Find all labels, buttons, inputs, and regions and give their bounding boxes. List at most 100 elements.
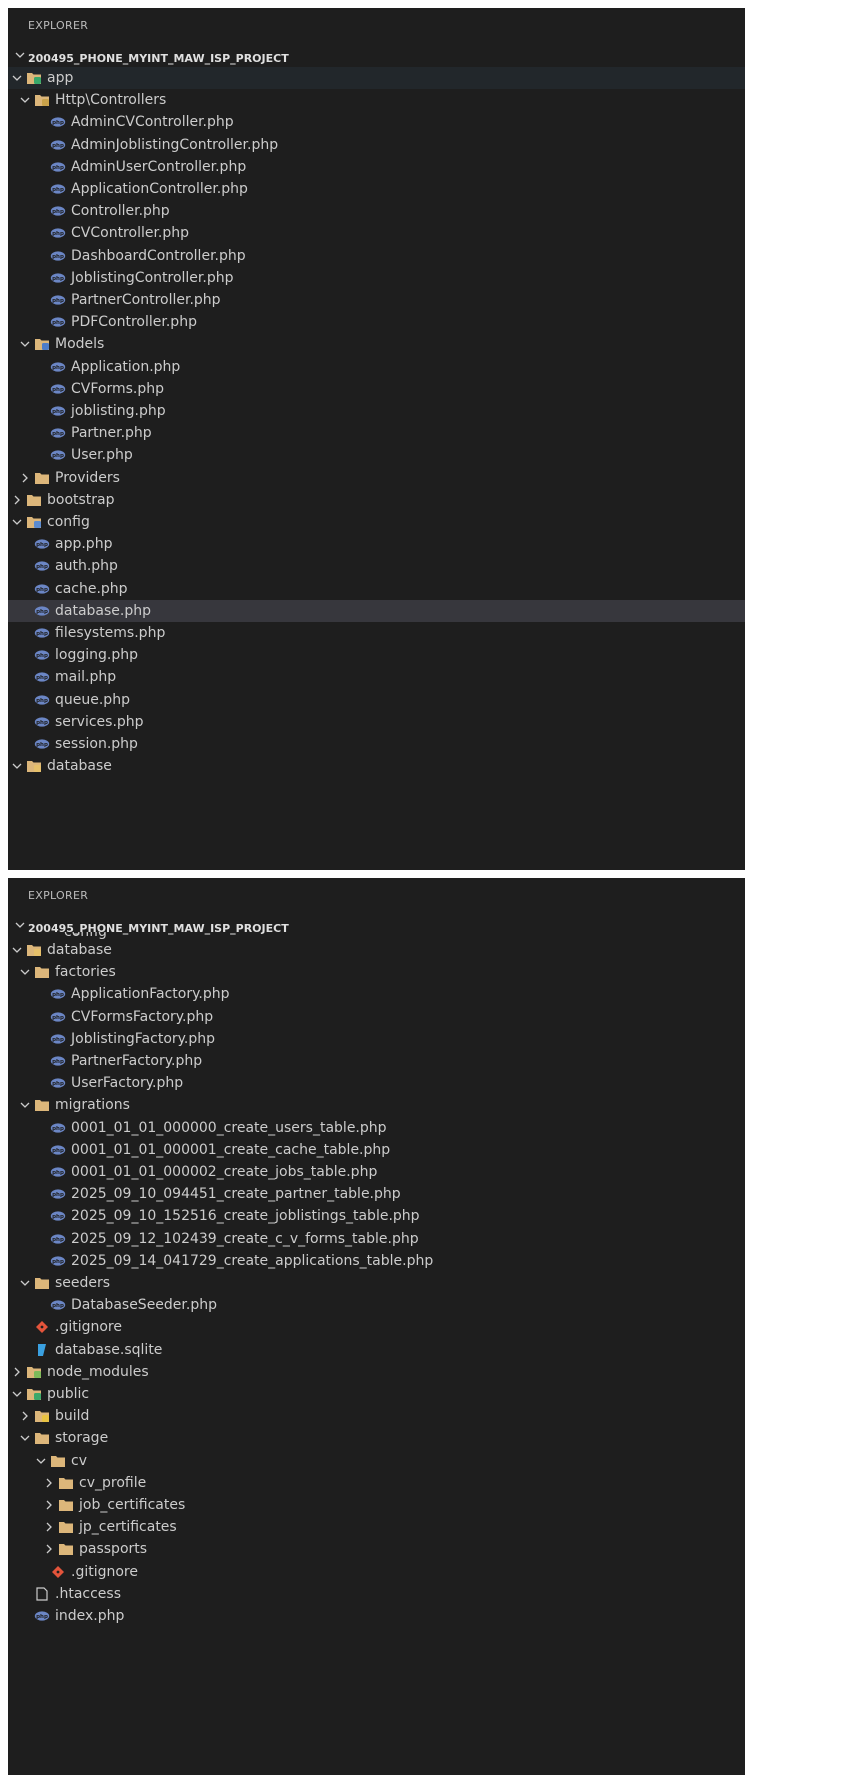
svg-text:php: php bbox=[52, 387, 64, 393]
tree-row-label: seeders bbox=[55, 1275, 111, 1291]
tree-row-label: queue.php bbox=[55, 691, 130, 708]
tree-row[interactable]: php JoblistingController.php bbox=[8, 267, 745, 289]
tree-row[interactable]: factories bbox=[8, 961, 745, 983]
tree-row[interactable]: cv_profile bbox=[8, 1472, 745, 1494]
tree-row[interactable]: php database.php bbox=[8, 599, 745, 622]
tree-row[interactable]: php ApplicationFactory.php bbox=[8, 983, 745, 1005]
tree-row[interactable]: php AdminUserController.php bbox=[8, 156, 745, 178]
tree-row[interactable]: php PartnerFactory.php bbox=[8, 1050, 745, 1072]
tree-row[interactable]: jp_certificates bbox=[8, 1516, 745, 1538]
tree-row-label: .gitignore bbox=[71, 1563, 138, 1580]
tree-row[interactable]: passports bbox=[8, 1538, 745, 1560]
svg-text:php: php bbox=[52, 1126, 64, 1132]
tree-row[interactable]: php logging.php bbox=[8, 644, 745, 666]
tree-row[interactable]: php User.php bbox=[8, 444, 745, 466]
tree-row[interactable]: app bbox=[8, 67, 745, 90]
svg-text:php: php bbox=[36, 631, 48, 637]
tree-row[interactable]: storage bbox=[8, 1427, 745, 1449]
tree-row[interactable]: php CVForms.php bbox=[8, 378, 745, 400]
svg-text:php: php bbox=[52, 1059, 64, 1065]
tree-row[interactable]: php cache.php bbox=[8, 578, 745, 600]
tree-row-label: Partner.php bbox=[71, 425, 152, 442]
svg-text:php: php bbox=[52, 165, 64, 171]
tree-row[interactable]: php PartnerController.php bbox=[8, 289, 745, 311]
svg-text:php: php bbox=[36, 720, 48, 726]
tree-row[interactable]: php 0001_01_01_000000_create_users_table.… bbox=[8, 1117, 745, 1139]
svg-text:php: php bbox=[36, 564, 48, 570]
tree-row[interactable]: .gitignore bbox=[8, 1316, 745, 1338]
tree-row[interactable]: node_modules bbox=[8, 1361, 745, 1383]
tree-row[interactable]: bootstrap bbox=[8, 489, 745, 511]
tree-row-label: app.php bbox=[55, 536, 113, 553]
tree-row[interactable]: Models bbox=[8, 333, 745, 355]
tree-row[interactable]: php queue.php bbox=[8, 689, 745, 711]
tree-row[interactable]: php index.php bbox=[8, 1605, 745, 1627]
explorer-panel-top: EXPLORER 200495_PHONE_MYINT_MAW_ISP_PROJ… bbox=[8, 8, 745, 870]
tree-row[interactable]: public bbox=[8, 1383, 745, 1405]
svg-text:php: php bbox=[52, 231, 64, 237]
php-file-icon: php bbox=[34, 1605, 50, 1630]
svg-text:php: php bbox=[36, 742, 48, 748]
tree-row[interactable]: Providers bbox=[8, 467, 745, 489]
tree-row[interactable]: php CVFormsFactory.php bbox=[8, 1006, 745, 1028]
tree-row[interactable]: php PDFController.php bbox=[8, 311, 745, 333]
tree-row[interactable]: migrations bbox=[8, 1094, 745, 1116]
tree-row[interactable]: php DashboardController.php bbox=[8, 245, 745, 267]
tree-row[interactable]: php auth.php bbox=[8, 555, 745, 577]
tree-row[interactable]: .gitignore bbox=[8, 1561, 745, 1583]
svg-text:php: php bbox=[52, 453, 64, 459]
tree-row-label: DashboardController.php bbox=[71, 247, 246, 264]
tree-row[interactable]: Http\Controllers bbox=[8, 89, 745, 111]
svg-text:php: php bbox=[52, 254, 64, 260]
tree-row[interactable]: php 2025_09_10_094451_create_partner_tabl… bbox=[8, 1183, 745, 1205]
svg-text:php: php bbox=[36, 542, 48, 548]
tree-row-label: CVForms.php bbox=[71, 380, 165, 397]
tree-row[interactable]: php AdminCVController.php bbox=[8, 111, 745, 133]
tree-row-label: migrations bbox=[55, 1097, 130, 1114]
tree-row[interactable]: php AdminJoblistingController.php bbox=[8, 134, 745, 156]
tree-row-label: Application.php bbox=[71, 358, 181, 375]
tree-row-label: 2025_09_12_102439_create_c_v_forms_table… bbox=[71, 1230, 419, 1247]
tree-row-label: Models bbox=[55, 336, 105, 353]
tree-row[interactable]: database.sqlite bbox=[8, 1339, 745, 1361]
tree-row[interactable]: .htaccess bbox=[8, 1583, 745, 1605]
tree-row[interactable]: job_certificates bbox=[8, 1494, 745, 1516]
tree-row[interactable]: php JoblistingFactory.php bbox=[8, 1028, 745, 1050]
tree-row[interactable]: php Partner.php bbox=[8, 422, 745, 444]
tree-row[interactable]: php 2025_09_14_041729_create_applications… bbox=[8, 1250, 745, 1272]
tree-row[interactable]: php filesystems.php bbox=[8, 622, 745, 644]
tree-row[interactable]: build bbox=[8, 1405, 745, 1427]
chevron-down-icon[interactable] bbox=[12, 755, 22, 780]
tree-row[interactable]: php 2025_09_12_102439_create_c_v_forms_ta… bbox=[8, 1228, 745, 1250]
svg-text:php: php bbox=[52, 1015, 64, 1021]
tree-row-label: User.php bbox=[71, 447, 133, 464]
tree-row-label: session.php bbox=[55, 736, 138, 752]
tree-row[interactable]: php services.php bbox=[8, 711, 745, 733]
tree-row[interactable]: php Controller.php bbox=[8, 200, 745, 222]
tree-row[interactable]: php session.php bbox=[8, 733, 745, 755]
tree-row[interactable]: database bbox=[8, 939, 745, 961]
tree-row[interactable]: php mail.php bbox=[8, 666, 745, 688]
tree-row[interactable]: cv bbox=[8, 1450, 745, 1472]
tree-row-label: cv_profile bbox=[79, 1474, 147, 1491]
tree-row[interactable]: php 0001_01_01_000001_create_cache_table.… bbox=[8, 1139, 745, 1161]
tree-row[interactable]: php UserFactory.php bbox=[8, 1072, 745, 1094]
tree-row-label: ApplicationController.php bbox=[71, 181, 248, 197]
tree-row-label: AdminCVController.php bbox=[71, 114, 234, 131]
svg-text:php: php bbox=[52, 409, 64, 415]
tree-row[interactable]: seeders bbox=[8, 1272, 745, 1294]
svg-text:php: php bbox=[52, 1192, 64, 1198]
tree-row[interactable]: php ApplicationController.php bbox=[8, 178, 745, 200]
svg-text:php: php bbox=[52, 143, 64, 149]
tree-row[interactable]: database bbox=[8, 755, 745, 777]
tree-row-label: AdminJoblistingController.php bbox=[71, 136, 279, 153]
tree-row[interactable]: php CVController.php bbox=[8, 222, 745, 244]
tree-row[interactable]: php app.php bbox=[8, 533, 745, 555]
tree-row[interactable]: php DatabaseSeeder.php bbox=[8, 1294, 745, 1316]
tree-row[interactable]: php 2025_09_10_152516_create_joblistings_… bbox=[8, 1205, 745, 1227]
tree-row-label: bootstrap bbox=[47, 491, 115, 508]
tree-row[interactable]: php joblisting.php bbox=[8, 400, 745, 422]
tree-row[interactable]: php 0001_01_01_000002_create_jobs_table.p… bbox=[8, 1161, 745, 1183]
tree-row[interactable]: config bbox=[8, 511, 745, 533]
tree-row[interactable]: php Application.php bbox=[8, 356, 745, 378]
